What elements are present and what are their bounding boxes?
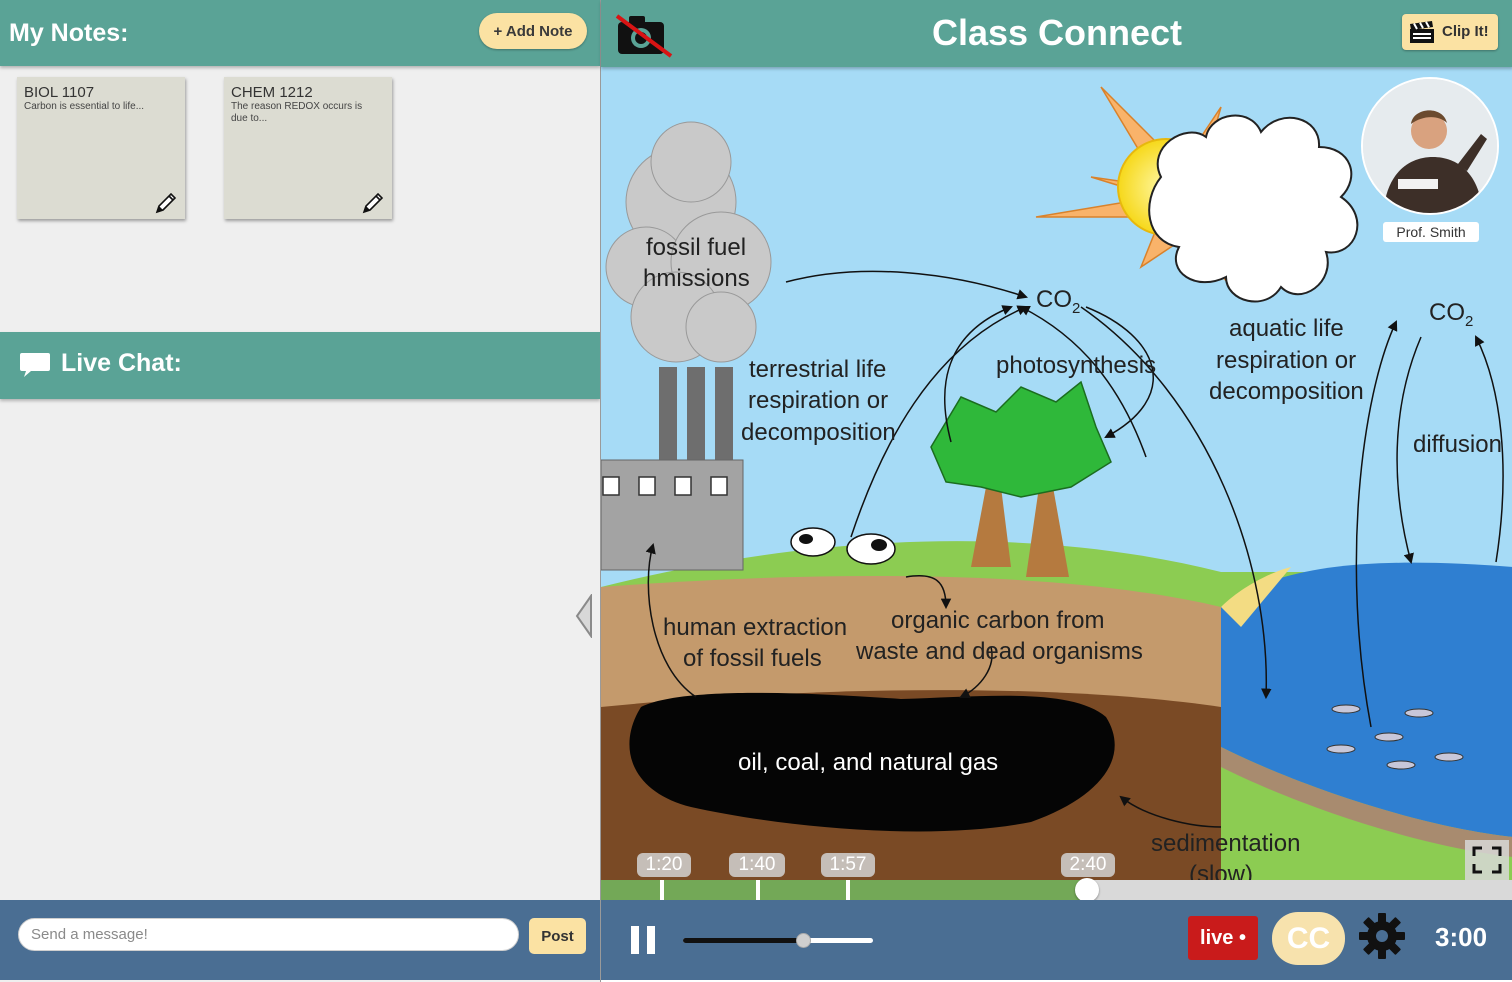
diagram-label: sedimentation: [1151, 830, 1300, 857]
instructor-name: Prof. Smith: [1383, 222, 1479, 242]
video-frame[interactable]: fossil fuel hmissions CO2 CO2 photosynth…: [601, 67, 1512, 900]
volume-handle[interactable]: [795, 933, 811, 948]
app-title: Class Connect: [931, 12, 1183, 53]
edit-pencil-icon[interactable]: [361, 191, 385, 215]
diagram-label: of fossil fuels: [683, 645, 822, 672]
clip-it-button[interactable]: Clip It!: [1402, 14, 1498, 50]
fullscreen-icon[interactable]: [1465, 840, 1509, 880]
diagram-label: photosynthesis: [996, 352, 1156, 379]
live-badge[interactable]: live •: [1188, 916, 1258, 960]
player-controls: live • CC 3:00: [601, 900, 1512, 980]
video-panel: Class Connect Clip It! fossil fuel hmiss…: [600, 0, 1512, 982]
chapter-tick: [846, 880, 850, 900]
diagram-label: hmissions: [643, 265, 750, 292]
chapter-marker[interactable]: 1:40: [729, 853, 785, 877]
chapter-marker[interactable]: 2:40: [1061, 853, 1115, 877]
diagram-label-part: CO: [1036, 286, 1072, 313]
chapter-tick: [756, 880, 760, 900]
diagram-label: respiration or: [748, 387, 888, 414]
diagram-label: human extraction: [663, 614, 847, 641]
diagram-label: diffusion: [1413, 431, 1502, 458]
message-input[interactable]: [18, 918, 519, 951]
note-title: CHEM 1212: [231, 84, 313, 101]
diagram-label: oil, coal, and natural gas: [738, 749, 998, 776]
post-button[interactable]: Post: [529, 918, 586, 954]
diagram-label: aquatic life: [1229, 315, 1344, 342]
diagram-label: terrestrial life: [749, 356, 886, 383]
add-note-button[interactable]: + Add Note: [479, 13, 587, 49]
clapperboard-icon: [1410, 21, 1434, 43]
chat-title: Live Chat:: [61, 349, 182, 377]
volume-fill: [683, 938, 803, 943]
notes-chat-panel: My Notes: + Add Note BIOL 1107 Carbon is…: [0, 0, 600, 982]
note-preview: The reason REDOX occurs is due to...: [231, 101, 363, 124]
diagram-label: decomposition: [1209, 378, 1364, 405]
instructor-avatar: [1363, 79, 1497, 213]
progress-fill: [601, 880, 1088, 900]
notes-title: My Notes:: [9, 19, 129, 47]
chapter-marker[interactable]: 1:20: [637, 853, 691, 877]
collapse-panel-arrow-icon[interactable]: [574, 594, 594, 638]
chapter-marker[interactable]: 1:57: [821, 853, 875, 877]
chimney: [659, 367, 677, 467]
volume-slider[interactable]: [683, 933, 873, 948]
diagram-label: decomposition: [741, 419, 896, 446]
diagram-label: fossil fuel: [646, 234, 746, 261]
chapter-tick: [660, 880, 664, 900]
progress-bar[interactable]: [601, 878, 1512, 900]
diagram-label-part: 2: [1465, 313, 1473, 330]
note-card-chem[interactable]: CHEM 1212 The reason REDOX occurs is due…: [224, 77, 392, 219]
diagram-label: organic carbon from: [891, 607, 1104, 634]
settings-gear-icon[interactable]: [1358, 912, 1406, 960]
chimney: [687, 367, 705, 467]
diagram-label-part: CO: [1429, 299, 1465, 326]
closed-captions-button[interactable]: CC: [1272, 912, 1345, 965]
chat-bubble-icon: [20, 353, 50, 377]
diagram-label-part: 2: [1072, 300, 1080, 317]
progress-handle[interactable]: [1075, 878, 1100, 900]
carbon-cycle-diagram: fossil fuel hmissions CO2 CO2 photosynth…: [601, 67, 1512, 900]
note-preview: Carbon is essential to life...: [24, 101, 145, 112]
diagram-label: respiration or: [1216, 347, 1356, 374]
diagram-label: waste and dead organisms: [855, 638, 1143, 665]
notes-header: My Notes: + Add Note: [0, 0, 600, 66]
video-header: Class Connect Clip It!: [601, 0, 1512, 67]
note-title: BIOL 1107: [24, 84, 95, 101]
chimney: [715, 367, 733, 467]
pause-icon[interactable]: [629, 924, 659, 956]
duration-label: 3:00: [1435, 922, 1488, 952]
instructor-webcam[interactable]: [1361, 77, 1499, 215]
note-card-biol[interactable]: BIOL 1107 Carbon is essential to life...: [17, 77, 185, 219]
clip-label: Clip It!: [1442, 23, 1489, 40]
edit-pencil-icon[interactable]: [154, 191, 178, 215]
